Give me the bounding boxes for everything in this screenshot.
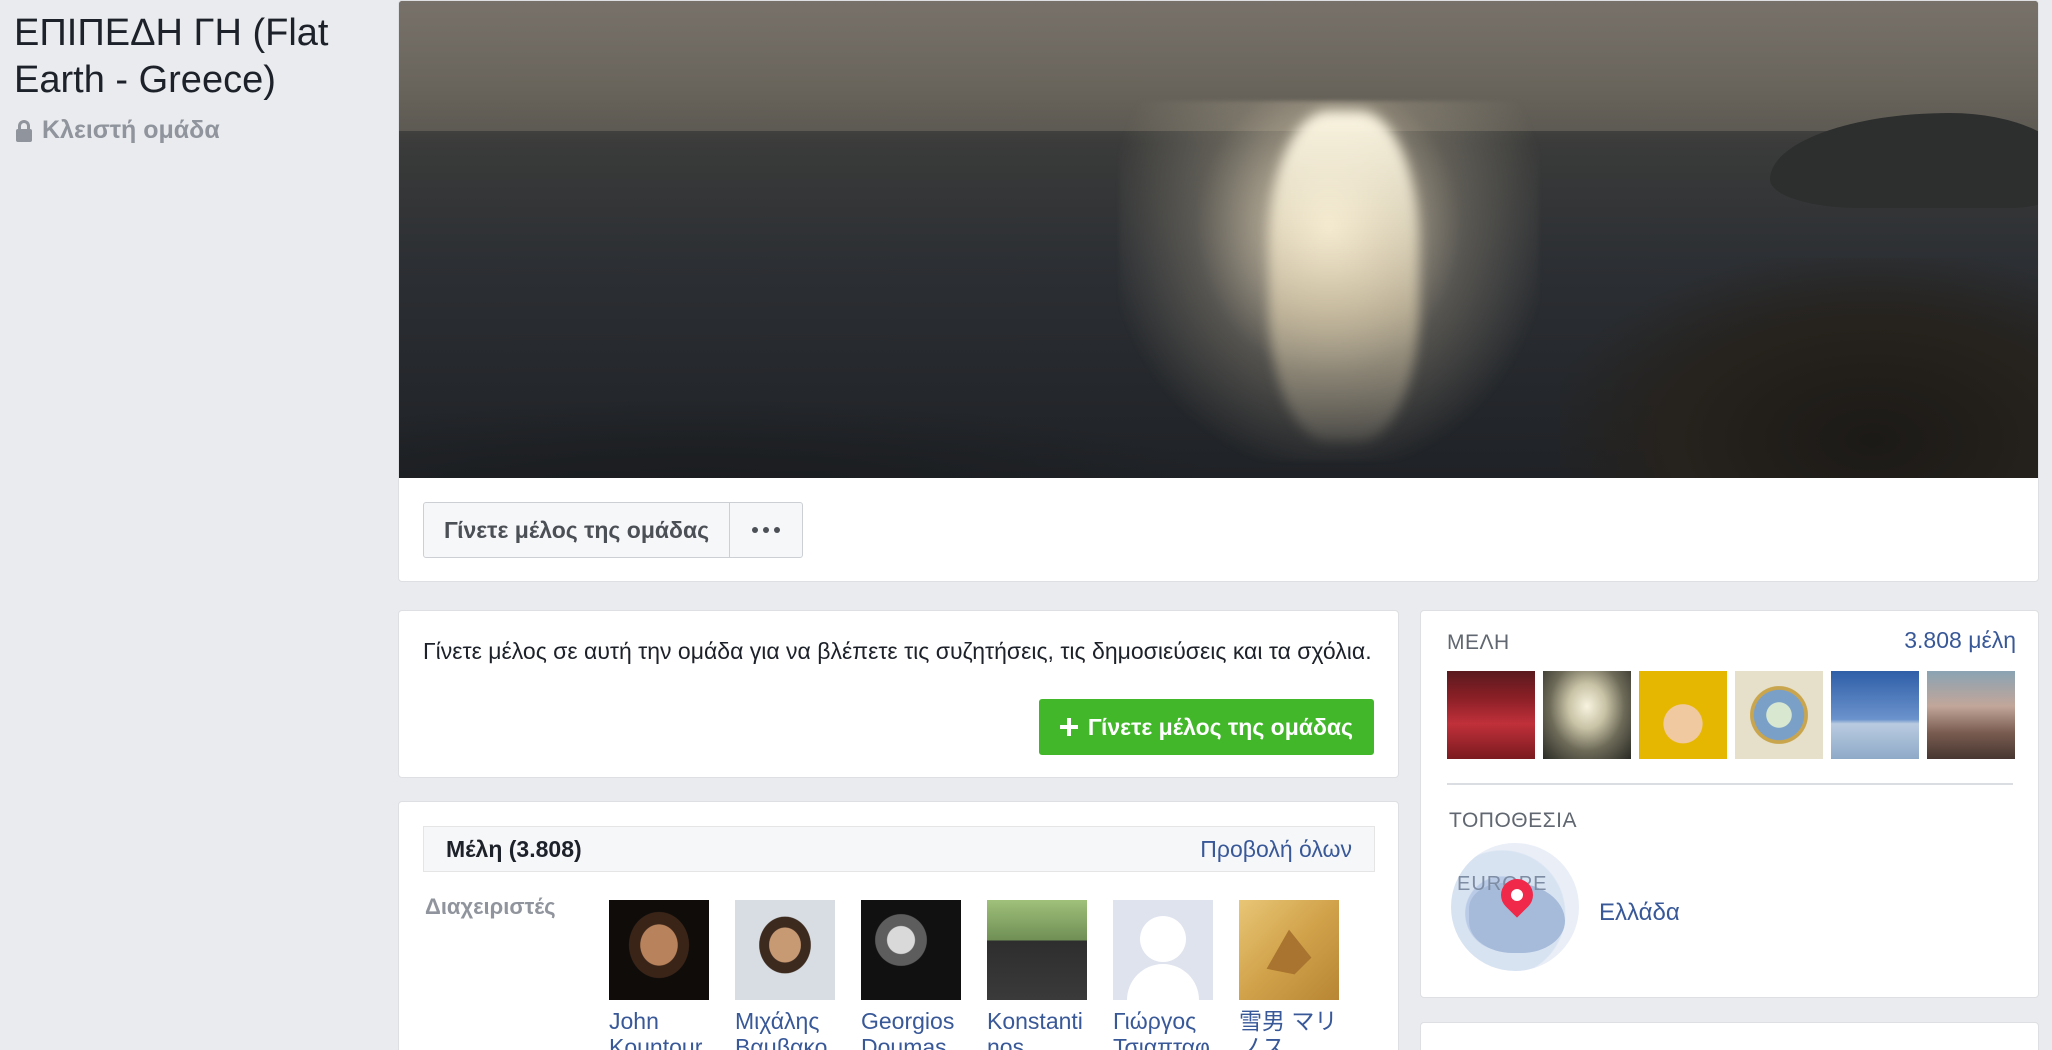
members-card: Μέλη (3.808) Προβολή όλων Διαχειριστές J… bbox=[398, 801, 1399, 1050]
member-thumbnail[interactable] bbox=[1543, 671, 1631, 759]
admin-name[interactable]: 雪男 マリノス bbox=[1239, 1008, 1339, 1050]
see-all-members-link[interactable]: Προβολή όλων bbox=[1200, 836, 1352, 863]
avatar[interactable] bbox=[861, 900, 961, 1000]
sidebar-next-card bbox=[1420, 1022, 2039, 1050]
more-options-button[interactable] bbox=[730, 503, 802, 557]
location-label: ΤΟΠΟΘΕΣΙΑ bbox=[1449, 809, 1577, 832]
divider bbox=[1447, 783, 2013, 785]
members-title: Μέλη (3.808) bbox=[446, 835, 582, 862]
sidebar-members-label: ΜΕΛΗ bbox=[1447, 631, 1510, 654]
member-thumbnail[interactable] bbox=[1927, 671, 2015, 759]
admin-name[interactable]: John Kountour bbox=[609, 1008, 709, 1050]
avatar[interactable] bbox=[735, 900, 835, 1000]
privacy-label: Κλειστή ομάδα bbox=[42, 116, 220, 144]
left-column: ΕΠΙΠΕΔΗ ΓΗ (Flat Earth - Greece) Κλειστή… bbox=[0, 0, 390, 1050]
admin-name[interactable]: Μιχάλης Βαμβακού bbox=[735, 1008, 835, 1050]
location-map[interactable]: EUROPE bbox=[1451, 843, 1579, 971]
admins-list: John Kountour Μιχάλης Βαμβακού Georgios … bbox=[609, 900, 1339, 1050]
join-group-primary-label: Γίνετε μέλος της ομάδας bbox=[1087, 713, 1353, 740]
sidebar-members-count-link[interactable]: 3.808 μέλη bbox=[1904, 627, 2016, 654]
admin-name[interactable]: Konstantinos bbox=[987, 1008, 1087, 1050]
member-thumbnail[interactable] bbox=[1735, 671, 1823, 759]
sidebar-about-card: ΜΕΛΗ 3.808 μέλη ΤΟΠΟΘΕΣΙΑ EUROPE Ελλάδα bbox=[1420, 610, 2039, 998]
members-header: Μέλη (3.808) Προβολή όλων bbox=[423, 826, 1375, 872]
default-avatar-icon[interactable] bbox=[1113, 900, 1213, 1004]
cover-card: Γίνετε μέλος της ομάδας bbox=[398, 0, 2039, 582]
more-dots-icon bbox=[752, 527, 781, 533]
avatar[interactable] bbox=[1239, 900, 1339, 1000]
admin-item[interactable]: Μιχάλης Βαμβακού bbox=[735, 900, 835, 1050]
plus-icon bbox=[1059, 718, 1078, 736]
member-thumbnails bbox=[1447, 671, 2015, 759]
avatar[interactable] bbox=[987, 900, 1087, 1000]
admin-item[interactable]: 雪男 マリノス bbox=[1239, 900, 1339, 1050]
admin-item[interactable]: Georgios Doumas bbox=[861, 900, 961, 1050]
join-prompt-text: Γίνετε μέλος σε αυτή την ομάδα για να βλ… bbox=[423, 638, 1372, 664]
join-group-primary-button[interactable]: Γίνετε μέλος της ομάδας bbox=[1038, 699, 1374, 755]
member-thumbnail[interactable] bbox=[1639, 671, 1727, 759]
admin-item[interactable]: Konstantinos bbox=[987, 900, 1087, 1050]
member-thumbnail[interactable] bbox=[1831, 671, 1919, 759]
join-group-button[interactable]: Γίνετε μέλος της ομάδας bbox=[424, 503, 731, 557]
privacy-status: Κλειστή ομάδα bbox=[16, 116, 220, 145]
admin-item[interactable]: Γιώργος Τσιαπταφ bbox=[1113, 900, 1213, 1050]
admin-name[interactable]: Georgios Doumas bbox=[861, 1008, 961, 1050]
location-name-link[interactable]: Ελλάδα bbox=[1599, 899, 1680, 927]
member-thumbnail[interactable] bbox=[1447, 671, 1535, 759]
group-title[interactable]: ΕΠΙΠΕΔΗ ΓΗ (Flat Earth - Greece) bbox=[14, 10, 374, 104]
lock-icon bbox=[16, 119, 32, 142]
cover-action-bar: Γίνετε μέλος της ομάδας bbox=[423, 502, 804, 558]
avatar[interactable] bbox=[609, 900, 709, 1000]
admin-item[interactable]: John Kountour bbox=[609, 900, 709, 1050]
admin-name[interactable]: Γιώργος Τσιαπταφ bbox=[1113, 1008, 1213, 1050]
admins-label: Διαχειριστές bbox=[425, 894, 556, 919]
join-prompt-card: Γίνετε μέλος σε αυτή την ομάδα για να βλ… bbox=[398, 610, 1399, 778]
cover-photo[interactable] bbox=[399, 1, 2038, 478]
